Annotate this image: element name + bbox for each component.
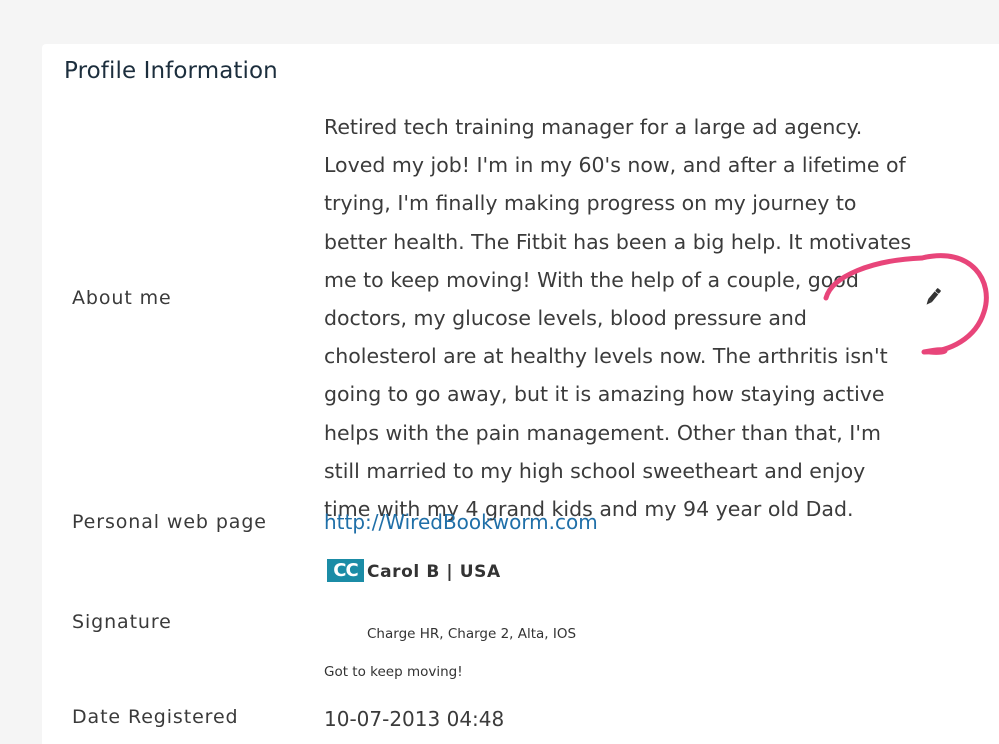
signature-name: Carol B | USA [367,562,501,582]
about-me-text: Retired tech training manager for a larg… [324,115,912,522]
personal-web-page-link[interactable]: http://WiredBookworm.com [324,510,598,534]
profile-card: Profile Information About me Retired tec… [42,44,999,744]
signature-devices: Charge HR, Charge 2, Alta, IOS [367,626,577,642]
signature-label: Signature [72,611,172,633]
pencil-icon[interactable] [922,286,944,308]
signature-motto: Got to keep moving! [324,664,463,680]
avatar: CC [327,559,364,582]
signature-header: CC Carol B | USA [327,559,501,582]
about-me-label: About me [72,287,172,309]
personal-web-page-label: Personal web page [72,511,267,533]
date-registered-label: Date Registered [72,706,239,728]
date-registered-value: 10-07-2013 04:48 [324,707,505,731]
section-title: Profile Information [64,58,278,84]
